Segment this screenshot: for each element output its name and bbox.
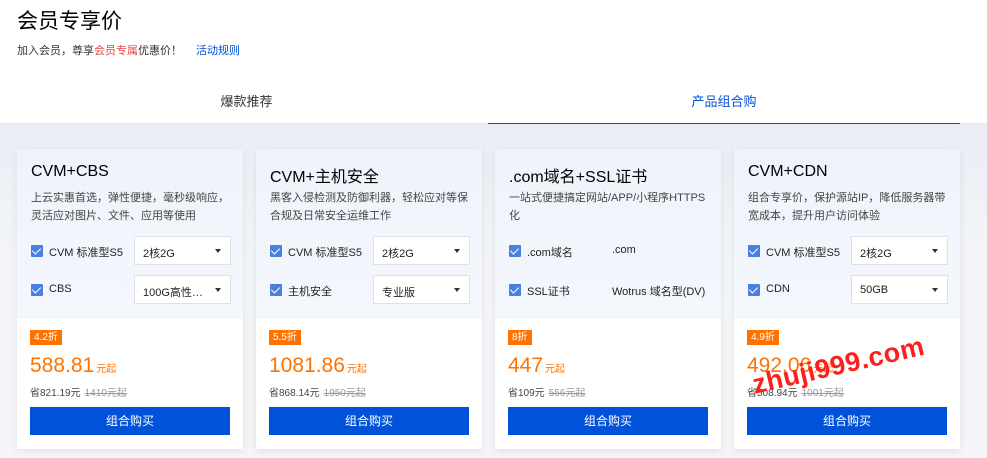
price: 588.81 元起 bbox=[30, 354, 116, 378]
option-value: .com bbox=[612, 244, 636, 256]
spec-select[interactable]: 2核2G bbox=[134, 236, 231, 265]
buy-bundle-button[interactable]: 组合购买 bbox=[508, 407, 708, 435]
discount-badge: 4.2折 bbox=[30, 330, 62, 345]
price: 447 元起 bbox=[508, 354, 565, 378]
original-price: 556元起 bbox=[548, 388, 586, 399]
option-label: .com域名 bbox=[527, 247, 573, 259]
page-header: 会员专享价 加入会员，尊享会员专属优惠价！ 活动规则 bbox=[0, 0, 987, 70]
savings: 省109元 556元起 bbox=[508, 384, 585, 399]
subtitle-highlight: 会员专属 bbox=[94, 45, 138, 57]
select-value: 50GB bbox=[860, 284, 889, 296]
option-row: CVM 标准型S5 2核2G bbox=[748, 236, 948, 266]
option-value: Wotrus 域名型(DV) bbox=[612, 286, 706, 298]
savings-amount: 省109元 bbox=[508, 388, 545, 399]
option-row: CVM 标准型S5 2核2G bbox=[31, 236, 231, 266]
subtitle-suffix: 优惠价！ bbox=[138, 45, 182, 57]
option-row: CVM 标准型S5 2核2G bbox=[270, 236, 470, 266]
card-description: 组合专享价，保护源站IP，降低服务器带宽成本，提升用户访问体验 bbox=[748, 192, 946, 222]
chevron-down-icon bbox=[215, 249, 221, 253]
option-row: .com域名 .com bbox=[509, 236, 709, 266]
spec-select[interactable]: 50GB bbox=[851, 275, 948, 304]
bundle-card-cvm-cbs: CVM+CBS 上云实惠首选，弹性便捷，毫秒级响应，灵活应对图片、文件、应用等使… bbox=[17, 149, 243, 449]
price-value: 447 bbox=[508, 354, 544, 377]
original-price: 1410元起 bbox=[84, 388, 127, 399]
rules-link[interactable]: 活动规则 bbox=[196, 45, 240, 57]
option-checkbox[interactable] bbox=[31, 284, 43, 296]
card-title: CVM+CDN bbox=[748, 163, 828, 180]
subtitle-prefix: 加入会员，尊享 bbox=[17, 45, 94, 57]
savings-amount: 省821.19元 bbox=[30, 388, 81, 399]
select-value: 2核2G bbox=[143, 248, 175, 260]
option-checkbox[interactable] bbox=[270, 245, 282, 257]
spec-select[interactable]: 100G高性能云硬盘 bbox=[134, 275, 231, 304]
savings-amount: 省868.14元 bbox=[269, 388, 320, 399]
price-value: 588.81 bbox=[30, 354, 95, 377]
price-value: 1081.86 bbox=[269, 354, 345, 377]
buy-bundle-button[interactable]: 组合购买 bbox=[747, 407, 947, 435]
price: 1081.86 元起 bbox=[269, 354, 367, 378]
option-row: 主机安全 专业版 bbox=[270, 275, 470, 305]
card-description: 一站式便捷搞定网站/APP/小程序HTTPS化 bbox=[509, 192, 706, 222]
chevron-down-icon bbox=[932, 288, 938, 292]
spec-select[interactable]: 专业版 bbox=[373, 275, 470, 304]
option-checkbox[interactable] bbox=[748, 284, 760, 296]
page-title: 会员专享价 bbox=[17, 10, 122, 33]
original-price: 1001元起 bbox=[801, 388, 844, 399]
tab-bar: 爆款推荐 产品组合购 bbox=[0, 80, 987, 125]
card-description: 黑客入侵检测及防御利器，轻松应对等保合规及日常安全运维工作 bbox=[270, 192, 468, 222]
spec-select[interactable]: 2核2G bbox=[851, 236, 948, 265]
option-row: CBS 100G高性能云硬盘 bbox=[31, 275, 231, 305]
discount-badge: 4.9折 bbox=[747, 330, 779, 345]
select-value: 2核2G bbox=[382, 248, 414, 260]
savings: 省868.14元 1950元起 bbox=[269, 384, 366, 399]
option-row: CDN 50GB bbox=[748, 275, 948, 305]
option-row: SSL证书 Wotrus 域名型(DV) bbox=[509, 275, 709, 305]
page-subtitle: 加入会员，尊享会员专属优惠价！ 活动规则 bbox=[17, 42, 240, 58]
buy-bundle-button[interactable]: 组合购买 bbox=[269, 407, 469, 435]
savings: 省821.19元 1410元起 bbox=[30, 384, 127, 399]
option-label: SSL证书 bbox=[527, 286, 570, 298]
option-label: CVM 标准型S5 bbox=[288, 247, 362, 259]
card-title: CVM+CBS bbox=[31, 163, 109, 180]
card-title: CVM+主机安全 bbox=[270, 169, 379, 186]
price-unit: 元起 bbox=[545, 364, 566, 375]
bundle-list: CVM+CBS 上云实惠首选，弹性便捷，毫秒级响应，灵活应对图片、文件、应用等使… bbox=[0, 124, 987, 458]
discount-badge: 8折 bbox=[508, 330, 532, 345]
chevron-down-icon bbox=[454, 249, 460, 253]
chevron-down-icon bbox=[215, 288, 221, 292]
option-label: CVM 标准型S5 bbox=[766, 247, 840, 259]
spec-select[interactable]: 2核2G bbox=[373, 236, 470, 265]
option-label: CDN bbox=[766, 283, 790, 295]
option-checkbox[interactable] bbox=[509, 284, 521, 296]
card-title: .com域名+SSL证书 bbox=[509, 169, 648, 186]
price-unit: 元起 bbox=[346, 364, 367, 375]
option-label: CBS bbox=[49, 283, 72, 295]
option-checkbox[interactable] bbox=[31, 245, 43, 257]
tab-hot-picks[interactable]: 爆款推荐 bbox=[0, 80, 493, 124]
option-label: CVM 标准型S5 bbox=[49, 247, 123, 259]
tab-product-bundles[interactable]: 产品组合购 bbox=[488, 80, 960, 125]
option-label: 主机安全 bbox=[288, 286, 332, 298]
discount-badge: 5.5折 bbox=[269, 330, 301, 345]
card-description: 上云实惠首选，弹性便捷，毫秒级响应，灵活应对图片、文件、应用等使用 bbox=[31, 192, 229, 222]
option-checkbox[interactable] bbox=[748, 245, 760, 257]
bundle-card-cvm-security: CVM+主机安全 黑客入侵检测及防御利器，轻松应对等保合规及日常安全运维工作 C… bbox=[256, 149, 482, 449]
select-value: 2核2G bbox=[860, 248, 892, 260]
chevron-down-icon bbox=[932, 249, 938, 253]
select-value: 专业版 bbox=[382, 287, 415, 299]
bundle-card-cvm-cdn: CVM+CDN 组合专享价，保护源站IP，降低服务器带宽成本，提升用户访问体验 … bbox=[734, 149, 960, 449]
price-unit: 元起 bbox=[96, 364, 117, 375]
option-checkbox[interactable] bbox=[509, 245, 521, 257]
buy-bundle-button[interactable]: 组合购买 bbox=[30, 407, 230, 435]
bundle-card-domain-ssl: .com域名+SSL证书 一站式便捷搞定网站/APP/小程序HTTPS化 .co… bbox=[495, 149, 721, 449]
select-value: 100G高性能云硬盘 bbox=[143, 287, 209, 299]
option-checkbox[interactable] bbox=[270, 284, 282, 296]
chevron-down-icon bbox=[454, 288, 460, 292]
original-price: 1950元起 bbox=[323, 388, 366, 399]
